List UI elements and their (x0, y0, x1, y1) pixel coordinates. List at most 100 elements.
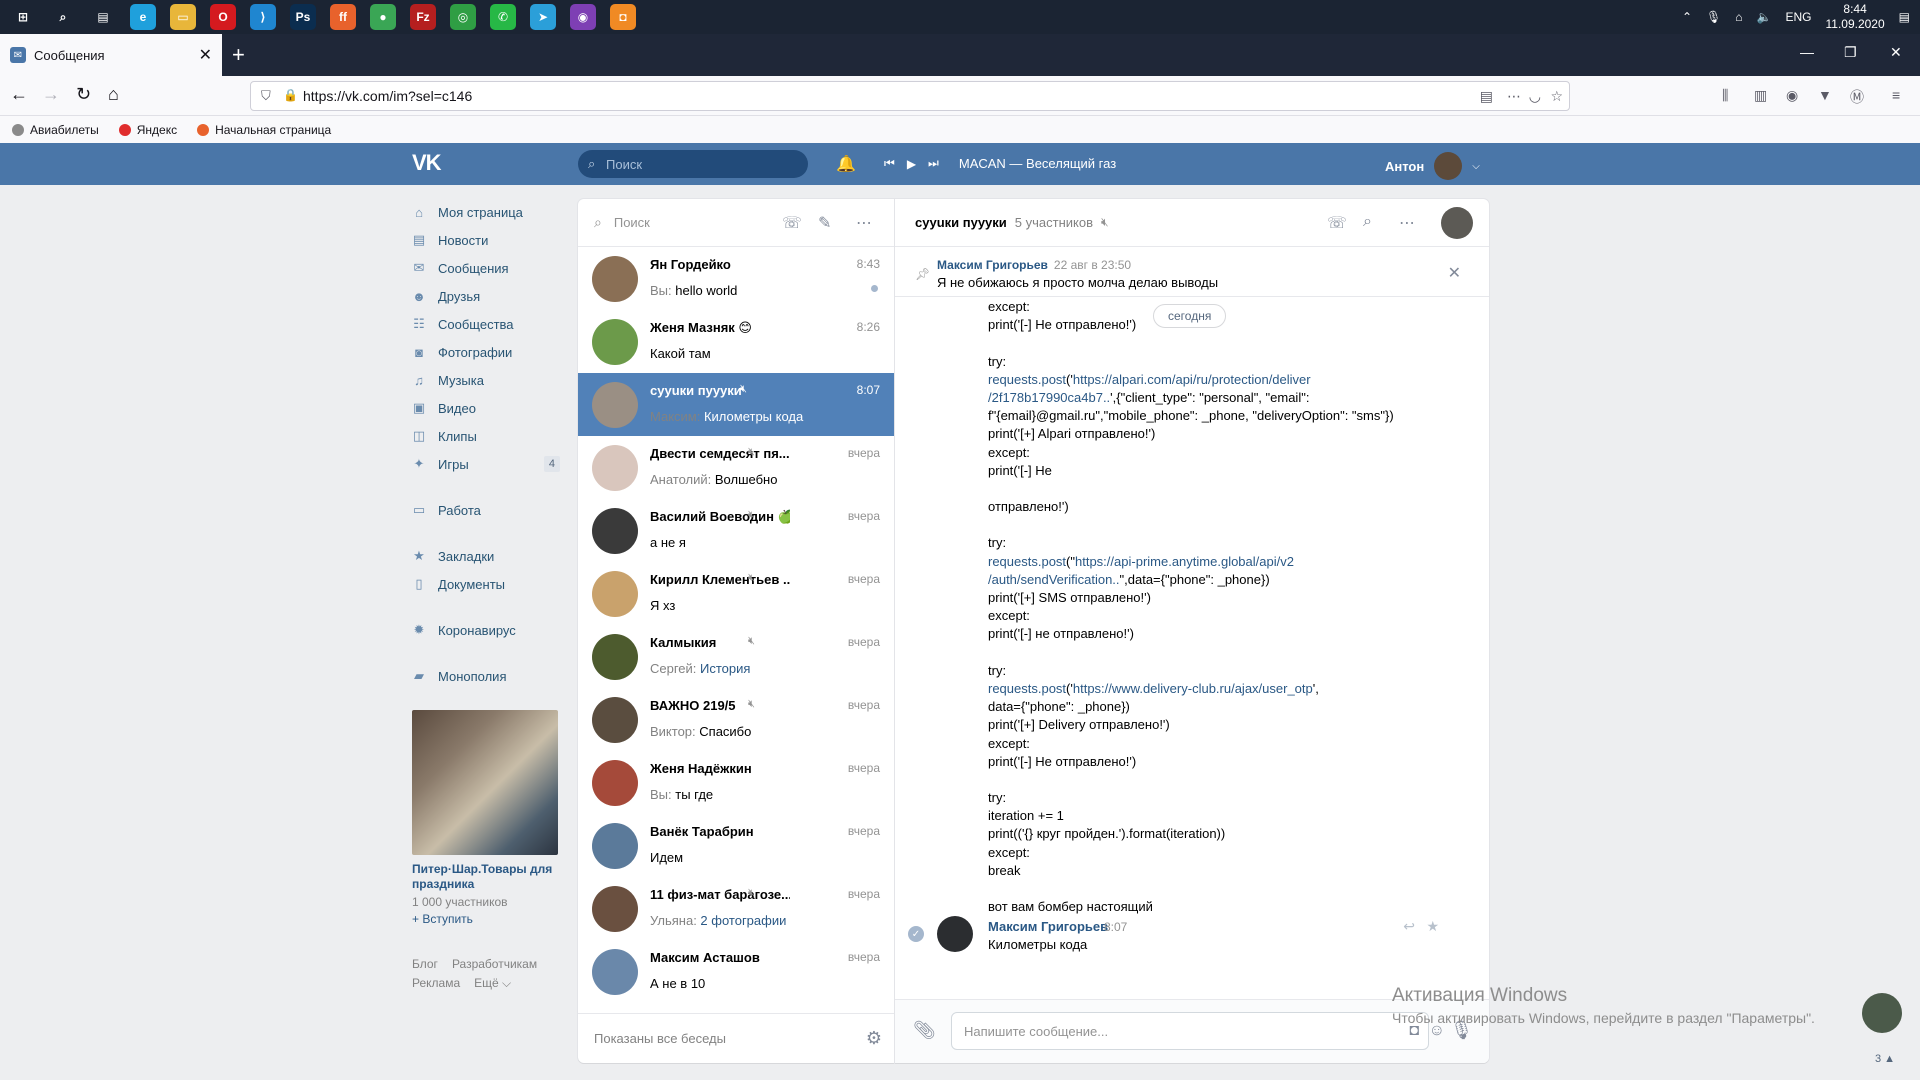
dialog-item[interactable]: Кирилл Клементьев ... вчера Я хз 🔇︎ (578, 562, 894, 625)
dialog-item[interactable]: Калмыкия вчера Сергей: История 🔇︎ (578, 625, 894, 688)
play-icon[interactable]: ▶ (907, 157, 916, 171)
message-input[interactable]: Напишите сообщение... (951, 1012, 1429, 1050)
close-tab-icon[interactable]: ✕ (199, 45, 212, 65)
menu-item-home[interactable]: ⌂ Моя страница (410, 198, 560, 226)
code-link[interactable]: requests.post (988, 372, 1066, 387)
extension-v-icon[interactable]: ▼ (1818, 87, 1832, 103)
whatsapp-icon[interactable]: ✆ (490, 4, 516, 30)
code-link[interactable]: api-prime.anytime.global/api/v2 (1114, 554, 1294, 569)
compose-icon[interactable]: ✎ (818, 213, 831, 233)
search-icon[interactable]: ⌕ (1363, 213, 1372, 231)
menu-item-music[interactable]: ♫ Музыка (410, 366, 560, 394)
menu-hamburger-icon[interactable]: ≡ (1892, 87, 1900, 103)
star-icon[interactable]: ★ (1426, 918, 1439, 935)
close-window-icon[interactable]: ✕ (1890, 44, 1902, 61)
call-icon[interactable]: ☏ (1327, 213, 1347, 233)
code-link[interactable]: https:// (1073, 372, 1112, 387)
microphone-tray-icon[interactable]: 🎙 (1706, 10, 1721, 24)
forward-icon[interactable]: → (42, 84, 60, 105)
close-icon[interactable]: ✕ (1448, 263, 1461, 283)
check-icon[interactable]: ✓ (908, 926, 924, 942)
library-icon[interactable]: ⫼ (1722, 87, 1728, 104)
colorful-app-icon[interactable]: ● (370, 4, 396, 30)
account-icon[interactable]: ◉ (1786, 87, 1798, 104)
footer-link-more[interactable]: Ещё ⌵ (474, 976, 511, 990)
purple-app-icon[interactable]: ◉ (570, 4, 596, 30)
orange-app-icon[interactable]: ◘ (610, 4, 636, 30)
footer-link-blog[interactable]: Блог (412, 957, 438, 971)
floating-chat-count[interactable]: 3 ▲ (1875, 1053, 1895, 1065)
home-icon[interactable]: ⌂ (108, 84, 119, 105)
ad-join-button[interactable]: + Вступить (412, 912, 559, 926)
dialog-item[interactable]: ВАЖНО 219/5 вчера Виктор: Спасибо 🔇︎ (578, 688, 894, 751)
menu-item-news[interactable]: ▤ Новости (410, 226, 560, 254)
network-icon[interactable]: ⌂ (1735, 10, 1742, 24)
more-icon[interactable]: ⋯ (856, 213, 872, 233)
gear-icon[interactable]: ⚙ (866, 1028, 882, 1049)
dialog-item[interactable]: Ян Гордейко 8:43 Вы: hello world (578, 247, 894, 310)
ad-title[interactable]: Питер·Шар.Товары для праздника (412, 862, 559, 892)
clock[interactable]: 8:44 11.09.2020 (1825, 2, 1884, 32)
language-indicator[interactable]: ENG (1785, 10, 1811, 24)
menu-item-coronavirus[interactable]: ✹ Коронавирус (410, 616, 560, 644)
explorer-icon[interactable]: ▭ (170, 4, 196, 30)
reply-icon[interactable]: ↩ (1403, 918, 1415, 935)
next-track-icon[interactable]: ⏭ (928, 156, 939, 171)
menu-item-photos[interactable]: ◙ Фотографии (410, 338, 560, 366)
code-link[interactable]: requests.post (988, 554, 1066, 569)
notifications-icon[interactable]: ▤ (1899, 10, 1910, 24)
pinned-message[interactable]: 📌︎ Максим Григорьев 22 авг в 23:50 Я не о… (895, 247, 1489, 297)
dialog-item[interactable]: Двести семдесят пя... вчера Анатолий: Волш… (578, 436, 894, 499)
opera-icon[interactable]: O (210, 4, 236, 30)
pinned-author[interactable]: Максим Григорьев (937, 258, 1048, 272)
volume-icon[interactable]: 🔈 (1757, 10, 1772, 24)
footer-link-ads[interactable]: Реклама (412, 976, 460, 990)
menu-item-bookmarks[interactable]: ★ Закладки (410, 542, 560, 570)
dialog-item[interactable]: Женя Надёжкин вчера Вы: ты где (578, 751, 894, 814)
filezilla-icon[interactable]: Fz (410, 4, 436, 30)
lock-icon[interactable]: 🔒 (283, 88, 298, 102)
chrome-icon[interactable]: ◎ (450, 4, 476, 30)
dialogs-search-input[interactable]: Поиск (614, 215, 650, 230)
vk-logo[interactable]: VK (412, 150, 442, 176)
code-link[interactable]: alpari.com/api/ru/protection/deliver (1112, 372, 1311, 387)
search-icon[interactable]: ⌕ (50, 4, 76, 30)
attach-icon[interactable]: 📎︎ (913, 1020, 936, 1041)
add-call-icon[interactable]: ☏ (782, 213, 802, 233)
firefox-icon[interactable]: ff (330, 4, 356, 30)
ad-image[interactable] (412, 710, 558, 855)
edge-icon[interactable]: e (130, 4, 156, 30)
code-link[interactable]: requests.post (988, 681, 1066, 696)
more-icon[interactable]: ⋯ (1399, 213, 1415, 233)
telegram-icon[interactable]: ➤ (530, 4, 556, 30)
menu-item-monopoly[interactable]: ▰ Монополия (410, 662, 560, 690)
menu-item-documents[interactable]: ▯ Документы (410, 570, 560, 598)
chat-avatar[interactable] (1441, 207, 1473, 239)
chat-members-count[interactable]: 5 участников (1015, 215, 1093, 230)
dialog-item[interactable]: сууuки пуууки 8:07 Максим: Километры кода 🔇… (578, 373, 894, 436)
photoshop-icon[interactable]: Ps (290, 4, 316, 30)
address-bar[interactable]: ⛉ 🔒 https://vk.com/im?sel=c146 ▤ ⋯ ◡ ☆ (250, 81, 1570, 111)
menu-item-friends[interactable]: ☻ Друзья (410, 282, 560, 310)
track-title[interactable]: MACAN — Веселящий газ (959, 156, 1116, 171)
reader-view-icon[interactable]: ▤ (1480, 88, 1493, 105)
bookmark-aviabilety[interactable]: Авиабилеты (12, 123, 99, 137)
floating-chat-avatar[interactable] (1862, 993, 1902, 1033)
notifications-bell-icon[interactable]: 🔔 (836, 154, 856, 174)
reload-icon[interactable]: ↻ (76, 84, 91, 105)
code-link[interactable]: /auth/sendVerification.. (988, 572, 1120, 587)
pocket-icon[interactable]: ◡ (1529, 88, 1541, 105)
dialog-item[interactable]: Ванёк Тарабрин вчера Идем (578, 814, 894, 877)
menu-item-messages[interactable]: ✉ Сообщения (410, 254, 560, 282)
chat-title[interactable]: сууuки пуууки (915, 215, 1007, 230)
message-author[interactable]: Максим Григорьев (988, 919, 1108, 934)
page-actions-icon[interactable]: ⋯ (1507, 88, 1521, 105)
tracking-shield-icon[interactable]: ⛉ (261, 88, 271, 104)
sidebar-icon[interactable]: ▥ (1754, 87, 1767, 104)
vscode-icon[interactable]: ⟩ (250, 4, 276, 30)
dialog-item[interactable]: Василий Воеводин 🍏 вчера а не я 🔇︎ (578, 499, 894, 562)
menu-item-clips[interactable]: ◫ Клипы (410, 422, 560, 450)
previous-track-icon[interactable]: ⏮ (884, 156, 895, 171)
dialog-item[interactable]: Женя Мазняк 😊 8:26 Какой там (578, 310, 894, 373)
back-icon[interactable]: ← (10, 84, 28, 105)
